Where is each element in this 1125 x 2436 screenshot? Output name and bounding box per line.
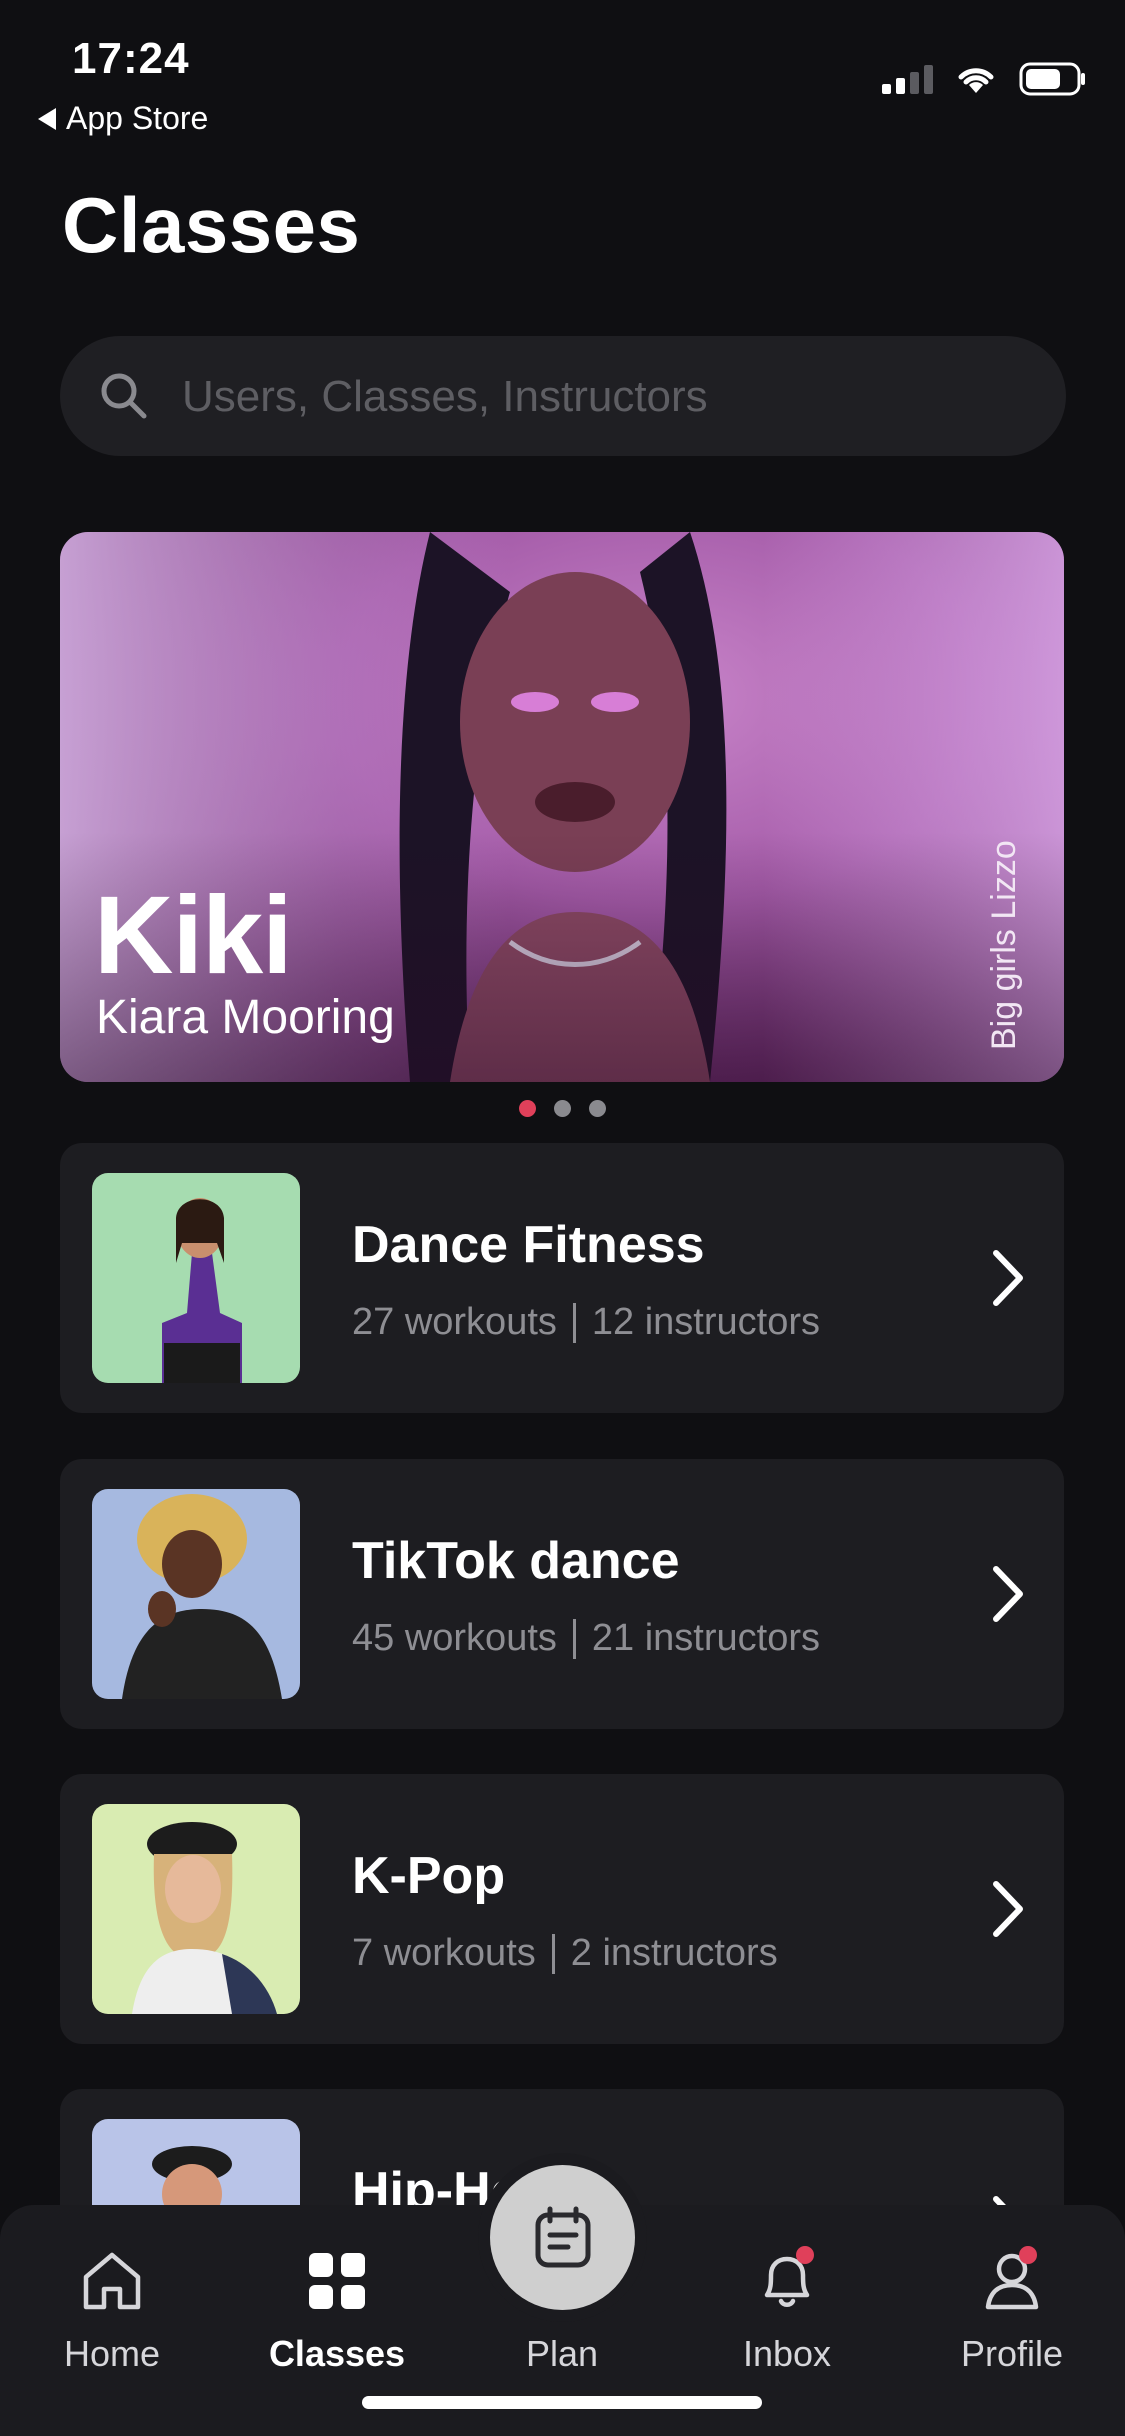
workout-count: 7 workouts: [352, 1932, 536, 1974]
workout-count: 45 workouts: [352, 1617, 557, 1659]
divider: [572, 1302, 576, 1343]
divider: [551, 1933, 555, 1974]
class-stats: 45 workouts 21 instructors: [352, 1617, 820, 1660]
class-thumbnail: [92, 1489, 300, 1699]
class-title: K-Pop: [352, 1847, 506, 1905]
class-title: Dance Fitness: [352, 1216, 705, 1274]
tab-inbox[interactable]: Inbox: [702, 2245, 872, 2375]
class-thumbnail: [92, 1173, 300, 1383]
divider: [572, 1618, 576, 1659]
banner-side-text: Big girls Lizzo: [985, 840, 1023, 1050]
carousel-dot[interactable]: [554, 1100, 571, 1117]
carousel-dot[interactable]: [519, 1100, 536, 1117]
tab-label: Home: [63, 2333, 161, 2374]
class-card-tiktok-dance[interactable]: TikTok dance 45 workouts 21 instructors: [60, 1459, 1064, 1729]
system-icons: [882, 62, 1087, 96]
user-icon: [985, 2246, 1039, 2310]
class-title: TikTok dance: [352, 1532, 680, 1590]
banner-instructor-name: Kiara Mooring: [96, 991, 395, 1044]
tab-profile[interactable]: Profile: [927, 2245, 1097, 2375]
featured-class-banner[interactable]: Kiki Kiara Mooring Big girls Lizzo: [60, 532, 1064, 1082]
back-arrow-icon: [38, 107, 56, 130]
calendar-note-icon: [535, 2206, 590, 2267]
tab-label: Classes: [268, 2333, 406, 2374]
instructor-count: 12 instructors: [591, 1301, 820, 1343]
search-bar[interactable]: [60, 336, 1066, 458]
bell-icon: [764, 2246, 814, 2307]
plan-button[interactable]: [490, 2165, 635, 2310]
instructor-count: 21 instructors: [591, 1617, 820, 1659]
carousel-indicator: [0, 1100, 1125, 1117]
class-stats: 7 workouts 2 instructors: [352, 1932, 778, 1975]
instructor-count: 2 instructors: [570, 1932, 778, 1974]
carousel-dot[interactable]: [589, 1100, 606, 1117]
status-bar: 17:24 App Store: [0, 0, 1125, 150]
tab-label: Inbox: [742, 2333, 832, 2374]
home-indicator: [362, 2396, 762, 2409]
class-card-dance-fitness[interactable]: Dance Fitness 27 workouts 12 instructors: [60, 1143, 1064, 1413]
status-time: 17:24: [72, 34, 190, 83]
back-to-app-store[interactable]: App Store: [38, 100, 208, 137]
tab-home[interactable]: Home: [27, 2245, 197, 2375]
tab-classes[interactable]: Classes: [252, 2245, 422, 2375]
chevron-right-icon: [993, 1566, 1023, 1622]
chevron-right-icon: [993, 1250, 1023, 1306]
search-input[interactable]: [180, 336, 1044, 458]
tab-label: Profile: [960, 2333, 1064, 2374]
class-thumbnail: [92, 1804, 300, 2014]
class-card-k-pop[interactable]: K-Pop 7 workouts 2 instructors: [60, 1774, 1064, 2044]
chevron-right-icon: [993, 1881, 1023, 1937]
workout-count: 27 workouts: [352, 1301, 557, 1343]
search-icon: [101, 373, 147, 419]
page-title: Classes: [62, 181, 361, 269]
class-stats: 27 workouts 12 instructors: [352, 1301, 820, 1344]
back-label: App Store: [66, 100, 209, 136]
cellular-signal-icon: [882, 64, 933, 94]
battery-icon: [1019, 62, 1085, 96]
grid-icon: [309, 2253, 365, 2309]
banner-side-label: Big girls Lizzo: [985, 810, 1028, 1050]
banner-title: Kiki: [94, 874, 293, 997]
tab-label: Plan: [525, 2333, 599, 2374]
wifi-icon: [958, 68, 994, 93]
home-icon: [83, 2252, 141, 2310]
